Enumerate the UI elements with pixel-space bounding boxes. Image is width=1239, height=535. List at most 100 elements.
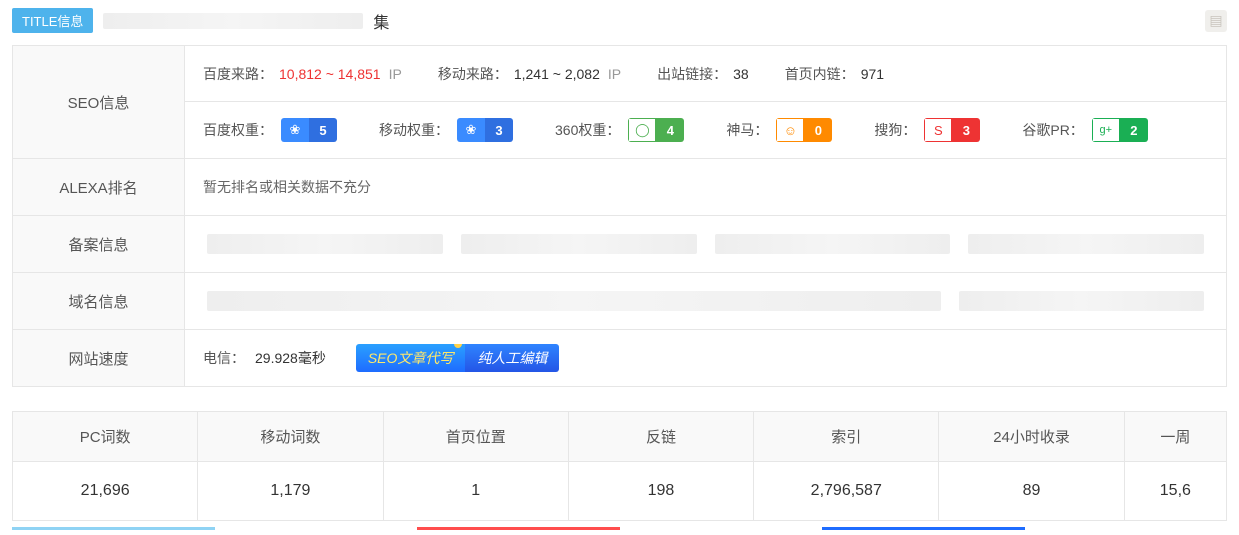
- accent-bar: [620, 527, 823, 530]
- stat-head: 反链: [569, 412, 753, 462]
- baidu-traffic-label: 百度来路：: [203, 64, 273, 84]
- stat-head: 索引: [754, 412, 938, 462]
- stat-col-backlinks[interactable]: 反链 198: [569, 412, 754, 520]
- stat-col-index[interactable]: 索引 2,796,587: [754, 412, 939, 520]
- alexa-content: 暂无排名或相关数据不充分: [185, 159, 1226, 215]
- metric-mobile-traffic: 移动来路： 1,241 ~ 2,082 IP: [438, 64, 621, 84]
- redacted-block: [959, 291, 1204, 311]
- title-badge: TITLE信息: [12, 8, 93, 33]
- promo-left-text: SEO文章代写: [356, 344, 466, 372]
- weight-shenma-value: 0: [804, 118, 832, 142]
- stat-head: 24小时收录: [939, 412, 1123, 462]
- seo-info-table: SEO信息 百度来路： 10,812 ~ 14,851 IP 移动来路： 1,2…: [12, 45, 1227, 387]
- metric-home-inlinks: 首页内链： 971: [785, 64, 884, 84]
- weight-google: 谷歌PR： g+ 2: [1022, 118, 1147, 142]
- title-suffix: 集: [373, 9, 389, 33]
- weight-360: 360权重： ◯ 4: [555, 118, 684, 142]
- weight-baidu-label: 百度权重：: [203, 120, 273, 140]
- weight-baidu-badge[interactable]: ❀ 5: [281, 118, 337, 142]
- redacted-domain: [203, 291, 1208, 311]
- paw-icon: ❀: [281, 118, 309, 142]
- accent-bar: [417, 527, 620, 530]
- weight-google-badge[interactable]: g+ 2: [1092, 118, 1148, 142]
- home-inlinks-value[interactable]: 971: [861, 66, 884, 82]
- outlinks-label: 出站链接：: [657, 64, 727, 84]
- seo-weights-row: 百度权重： ❀ 5 移动权重： ❀ 3 360权重： ◯: [185, 102, 1226, 158]
- stat-val: 198: [569, 462, 753, 520]
- alexa-value: 暂无排名或相关数据不充分: [203, 177, 371, 197]
- promo-badge[interactable]: SEO文章代写 纯人工编辑: [356, 344, 560, 372]
- accent-bar: [822, 527, 1025, 530]
- paw-icon: ❀: [457, 118, 485, 142]
- stat-col-homepos[interactable]: 首页位置 1: [384, 412, 569, 520]
- speed-value[interactable]: 29.928毫秒: [255, 348, 326, 368]
- accent-bar: [12, 527, 215, 530]
- outlinks-value[interactable]: 38: [733, 66, 749, 82]
- title-bar: TITLE信息 集 ▤: [0, 0, 1239, 41]
- stat-val: 1,179: [198, 462, 382, 520]
- ip-suffix: IP: [608, 66, 621, 82]
- row-speed: 网站速度 电信： 29.928毫秒 SEO文章代写 纯人工编辑: [13, 330, 1226, 386]
- row-label-alexa: ALEXA排名: [13, 159, 185, 215]
- weight-shenma-label: 神马：: [726, 120, 768, 140]
- beian-content: [185, 216, 1226, 272]
- stats-table: PC词数 21,696 移动词数 1,179 首页位置 1 反链 198 索引 …: [12, 411, 1227, 521]
- stat-col-mobile[interactable]: 移动词数 1,179: [198, 412, 383, 520]
- weight-sogou-label: 搜狗：: [874, 120, 916, 140]
- stat-head: 一周: [1125, 412, 1226, 462]
- sogou-icon: S: [924, 118, 952, 142]
- metric-outlinks: 出站链接： 38: [657, 64, 749, 84]
- weight-mobile: 移动权重： ❀ 3: [379, 118, 513, 142]
- redacted-title: [103, 13, 363, 29]
- mobile-traffic-value[interactable]: 1,241 ~ 2,082: [514, 66, 600, 82]
- speed-isp-label: 电信：: [203, 348, 245, 368]
- ip-suffix: IP: [389, 66, 402, 82]
- bottom-accent-bars: [12, 527, 1227, 530]
- weight-shenma-badge[interactable]: ☺ 0: [776, 118, 832, 142]
- weight-mobile-label: 移动权重：: [379, 120, 449, 140]
- redacted-block: [968, 234, 1204, 254]
- accent-bar: [215, 527, 418, 530]
- row-label-speed: 网站速度: [13, 330, 185, 386]
- mobile-traffic-label: 移动来路：: [438, 64, 508, 84]
- google-icon: g+: [1092, 118, 1120, 142]
- metric-baidu-traffic: 百度来路： 10,812 ~ 14,851 IP: [203, 64, 402, 84]
- weight-baidu: 百度权重： ❀ 5: [203, 118, 337, 142]
- stat-head: 移动词数: [198, 412, 382, 462]
- redacted-block: [715, 234, 951, 254]
- weight-360-label: 360权重：: [555, 120, 620, 140]
- weight-shenma: 神马： ☺ 0: [726, 118, 832, 142]
- row-alexa: ALEXA排名 暂无排名或相关数据不充分: [13, 159, 1226, 216]
- weight-baidu-value: 5: [309, 118, 337, 142]
- row-seo: SEO信息 百度来路： 10,812 ~ 14,851 IP 移动来路： 1,2…: [13, 46, 1226, 159]
- weight-mobile-value: 3: [485, 118, 513, 142]
- stat-head: 首页位置: [384, 412, 568, 462]
- redacted-beian: [203, 234, 1208, 254]
- home-inlinks-label: 首页内链：: [785, 64, 855, 84]
- stat-col-week[interactable]: 一周 15,6: [1125, 412, 1227, 520]
- redacted-block: [461, 234, 697, 254]
- redacted-block: [207, 234, 443, 254]
- accent-bar: [1025, 527, 1228, 530]
- baidu-traffic-value[interactable]: 10,812 ~ 14,851: [279, 66, 381, 82]
- stat-val: 89: [939, 462, 1123, 520]
- stat-val: 15,6: [1125, 462, 1226, 520]
- seo-traffic-row: 百度来路： 10,812 ~ 14,851 IP 移动来路： 1,241 ~ 2…: [185, 46, 1226, 102]
- circle-icon: ◯: [628, 118, 656, 142]
- row-label-beian: 备案信息: [13, 216, 185, 272]
- stat-col-24h[interactable]: 24小时收录 89: [939, 412, 1124, 520]
- stack-icon[interactable]: ▤: [1205, 10, 1227, 32]
- row-label-domain: 域名信息: [13, 273, 185, 329]
- shenma-icon: ☺: [776, 118, 804, 142]
- row-domain: 域名信息: [13, 273, 1226, 330]
- weight-sogou-badge[interactable]: S 3: [924, 118, 980, 142]
- domain-content: [185, 273, 1226, 329]
- row-label-seo: SEO信息: [13, 46, 185, 158]
- weight-360-value: 4: [656, 118, 684, 142]
- weight-google-label: 谷歌PR：: [1022, 120, 1083, 140]
- weight-mobile-badge[interactable]: ❀ 3: [457, 118, 513, 142]
- stat-col-pc[interactable]: PC词数 21,696: [13, 412, 198, 520]
- seo-content: 百度来路： 10,812 ~ 14,851 IP 移动来路： 1,241 ~ 2…: [185, 46, 1226, 158]
- stat-val: 1: [384, 462, 568, 520]
- weight-360-badge[interactable]: ◯ 4: [628, 118, 684, 142]
